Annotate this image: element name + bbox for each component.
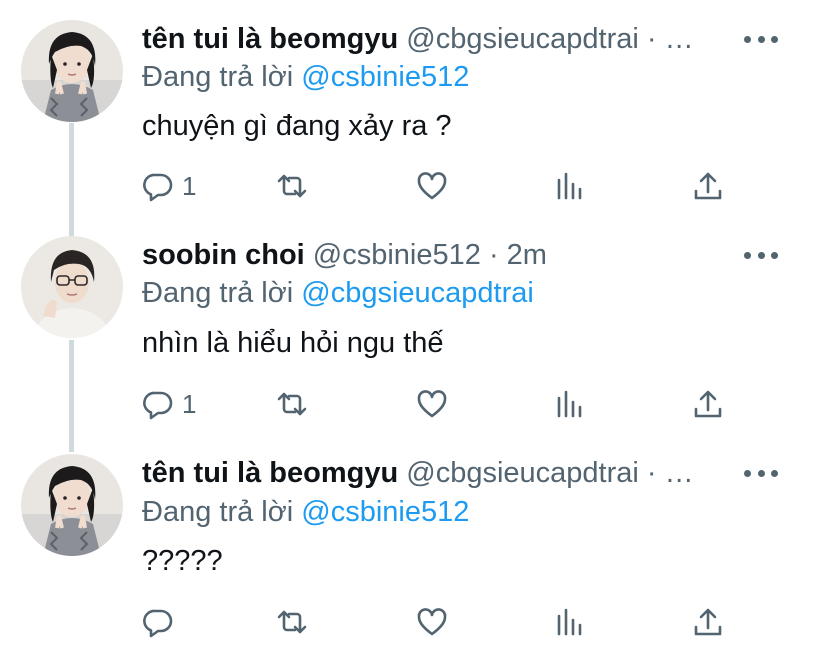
- like-icon: [417, 172, 447, 200]
- avatar[interactable]: [21, 236, 123, 338]
- display-name[interactable]: tên tui là beomgyu: [142, 23, 398, 55]
- reply-icon: [143, 391, 173, 420]
- views-button[interactable]: [554, 602, 586, 642]
- avatar[interactable]: [21, 454, 123, 556]
- retweet-button[interactable]: [276, 384, 308, 424]
- reply-button[interactable]: 1: [142, 166, 196, 206]
- user-handle[interactable]: @csbinie512: [313, 239, 481, 271]
- user-handle[interactable]: @cbgsieucapdtrai: [406, 457, 639, 489]
- tweet[interactable]: tên tui là beomgyu @cbgsieucapdtrai · … …: [0, 0, 828, 220]
- share-icon: [694, 390, 722, 418]
- avatar[interactable]: [21, 20, 123, 122]
- reply-count: 1: [182, 388, 197, 419]
- reply-icon: [143, 609, 173, 638]
- tweet-actions: 1: [142, 166, 828, 206]
- like-button[interactable]: [416, 602, 448, 642]
- tweet-text: nhìn là hiểu hỏi ngu thế: [142, 327, 444, 359]
- tweet-text: ?????: [142, 545, 223, 577]
- views-icon: [557, 172, 582, 200]
- tweet[interactable]: soobin choi @csbinie512 · 2m Đang trả lờ…: [0, 216, 828, 436]
- display-name[interactable]: soobin choi: [142, 239, 305, 271]
- replying-to: Đang trả lời @cbgsieucapdtrai: [142, 273, 534, 313]
- mention-link[interactable]: @cbgsieucapdtrai: [301, 277, 534, 309]
- tweet-header: soobin choi @csbinie512 · 2m: [142, 235, 808, 275]
- tweet-meta: · …: [646, 23, 694, 55]
- views-button[interactable]: [554, 384, 586, 424]
- tweet[interactable]: tên tui là beomgyu @cbgsieucapdtrai · … …: [0, 434, 828, 656]
- share-icon: [694, 608, 722, 636]
- retweet-icon: [277, 610, 307, 634]
- retweet-button[interactable]: [276, 602, 308, 642]
- share-button[interactable]: [692, 384, 724, 424]
- replying-label: Đang trả lời: [142, 61, 294, 93]
- tweet-actions: [142, 602, 828, 642]
- retweet-icon: [277, 392, 307, 416]
- retweet-icon: [277, 174, 307, 198]
- mention-link[interactable]: @csbinie512: [301, 61, 469, 93]
- replying-to: Đang trả lời @csbinie512: [142, 57, 469, 97]
- reply-button[interactable]: [142, 602, 174, 642]
- tweet-actions: 1: [142, 384, 828, 424]
- tweet-header: tên tui là beomgyu @cbgsieucapdtrai · …: [142, 19, 808, 59]
- replying-to: Đang trả lời @csbinie512: [142, 492, 469, 532]
- reply-icon: [143, 173, 173, 202]
- replying-label: Đang trả lời: [142, 496, 294, 528]
- more-icon[interactable]: [744, 235, 778, 275]
- share-button[interactable]: [692, 602, 724, 642]
- like-button[interactable]: [416, 166, 448, 206]
- like-icon: [417, 608, 447, 636]
- display-name[interactable]: tên tui là beomgyu: [142, 457, 398, 489]
- more-icon[interactable]: [744, 453, 778, 493]
- mention-link[interactable]: @csbinie512: [301, 496, 469, 528]
- like-icon: [417, 390, 447, 418]
- tweet-header: tên tui là beomgyu @cbgsieucapdtrai · …: [142, 453, 808, 493]
- reply-count: 1: [182, 170, 197, 201]
- views-icon: [557, 608, 582, 636]
- views-icon: [557, 390, 582, 418]
- views-button[interactable]: [554, 166, 586, 206]
- tweet-text: chuyện gì đang xảy ra ?: [142, 110, 452, 142]
- reply-button[interactable]: 1: [142, 384, 196, 424]
- tweet-meta: · …: [646, 457, 694, 489]
- share-icon: [694, 172, 722, 200]
- replying-label: Đang trả lời: [142, 277, 294, 309]
- user-handle[interactable]: @cbgsieucapdtrai: [406, 23, 639, 55]
- retweet-button[interactable]: [276, 166, 308, 206]
- more-icon[interactable]: [744, 19, 778, 59]
- tweet-meta: · 2m: [488, 239, 547, 271]
- share-button[interactable]: [692, 166, 724, 206]
- like-button[interactable]: [416, 384, 448, 424]
